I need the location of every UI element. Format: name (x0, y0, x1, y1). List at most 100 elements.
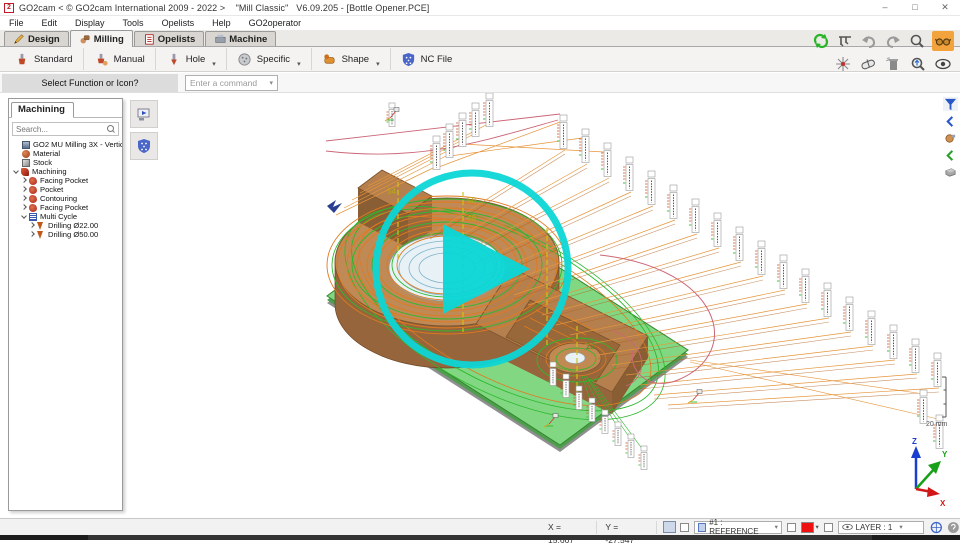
undo-icon[interactable] (860, 32, 878, 50)
title-bar: 2 GO2cam < © GO2cam International 2009 -… (0, 0, 960, 16)
nc-file-button[interactable]: NC File (391, 48, 463, 70)
machine-icon (22, 141, 30, 149)
minimize-button[interactable]: – (870, 0, 900, 15)
specific-button[interactable]: Specific▾ (227, 48, 312, 70)
tree-item-stock[interactable]: Stock (9, 158, 122, 167)
reference-select[interactable]: #1 : REFERENCE ▾ (694, 521, 782, 534)
reference-label: #1 : REFERENCE (709, 518, 767, 536)
layer-select[interactable]: LAYER : 1 ▾ (838, 521, 924, 534)
tree-item-contouring[interactable]: Contouring (9, 194, 122, 203)
command-placeholder: Enter a command (190, 78, 257, 88)
menu-tools[interactable]: Tools (114, 18, 153, 28)
command-prompt-label: Select Function or Icon? (2, 74, 178, 92)
hole-button[interactable]: Hole▾ (156, 48, 227, 70)
tree-item-facing-pocket-2[interactable]: Facing Pocket (9, 203, 122, 212)
list-icon (143, 33, 155, 45)
tab-milling[interactable]: Milling (70, 30, 133, 47)
maximize-button[interactable]: □ (900, 0, 930, 15)
stock-icon (22, 159, 30, 167)
color-checkbox[interactable] (824, 523, 833, 532)
tool-library-button[interactable] (130, 132, 158, 160)
menu-help[interactable]: Help (203, 18, 240, 28)
expander-icon[interactable] (21, 213, 28, 220)
tab-machining-panel[interactable]: Machining (11, 102, 74, 118)
menu-opelists[interactable]: Opelists (153, 18, 204, 28)
tool-shield-icon (136, 138, 152, 154)
color-swatch[interactable] (801, 522, 815, 533)
chevron-left-blue-icon[interactable] (943, 114, 958, 128)
redo-icon[interactable] (884, 32, 902, 50)
x-coordinate: X = 15.667 (540, 521, 597, 534)
quick-access-row-1 (812, 31, 954, 51)
caliper-icon[interactable] (836, 32, 854, 50)
menu-edit[interactable]: Edit (33, 18, 67, 28)
right-toolbar (943, 97, 958, 179)
shape-button[interactable]: Shape▾ (312, 48, 391, 70)
tab-opelists[interactable]: Opelists (134, 31, 205, 46)
expander-icon[interactable] (21, 195, 28, 202)
menu-file[interactable]: File (0, 18, 33, 28)
standard-button[interactable]: Standard (4, 48, 84, 70)
shape-dropdown-icon[interactable]: ▾ (376, 60, 380, 70)
simulation-button[interactable] (130, 100, 158, 128)
reference-checkbox[interactable] (787, 523, 796, 532)
sync-icon[interactable] (812, 32, 830, 50)
tree-item-drilling-22[interactable]: Drilling Ø22.00 (9, 221, 122, 230)
eraser-icon[interactable] (859, 55, 877, 73)
search-input[interactable] (16, 125, 104, 134)
reference-dropdown-icon[interactable]: ▾ (775, 523, 778, 531)
side-buttons (130, 100, 158, 160)
tree-item-material[interactable]: Material (9, 149, 122, 158)
tab-machine[interactable]: Machine (205, 31, 276, 46)
help-icon[interactable] (947, 521, 960, 534)
specific-dropdown-icon[interactable]: ▾ (297, 60, 301, 70)
hole-dropdown-icon[interactable]: ▾ (212, 60, 216, 70)
filter-icon[interactable] (943, 97, 958, 111)
grid-checkbox[interactable] (680, 523, 689, 532)
expander-icon[interactable] (13, 168, 20, 175)
tool-axis-icon[interactable] (834, 55, 852, 73)
color-dropdown-icon[interactable]: ▾ (815, 523, 818, 531)
tree-item-multi-cycle[interactable]: Multi Cycle (9, 212, 122, 221)
tree-item-drilling-50[interactable]: Drilling Ø50.00 (9, 230, 122, 239)
depth-label-22: 22 (586, 342, 595, 351)
nc-file-shield-icon (401, 52, 416, 67)
command-input[interactable]: Enter a command ▾ (185, 75, 278, 91)
expander-icon[interactable] (21, 186, 28, 193)
manual-button[interactable]: Manual (84, 48, 156, 70)
layer-dropdown-icon[interactable]: ▾ (899, 523, 902, 531)
stock-block-icon[interactable] (943, 165, 958, 179)
close-button[interactable]: ✕ (930, 0, 960, 15)
axis-globe-icon[interactable] (930, 521, 943, 534)
axis-x-label: X (940, 499, 946, 508)
expander-icon[interactable] (21, 177, 28, 184)
manual-tool-icon (94, 52, 109, 67)
chevron-left-green-icon[interactable] (943, 148, 958, 162)
menu-display[interactable]: Display (66, 18, 114, 28)
zoom-icon[interactable] (908, 32, 926, 50)
search-icon (107, 125, 115, 133)
search-box[interactable] (12, 122, 119, 136)
tool-icon[interactable] (943, 131, 958, 145)
zoom-in-icon[interactable] (909, 55, 927, 73)
clean-icon[interactable] (884, 55, 902, 73)
glasses-icon[interactable] (932, 31, 954, 51)
depth-label-50: 50 (467, 196, 476, 205)
expander-icon[interactable] (29, 231, 36, 238)
tree-item-facing-pocket-1[interactable]: Facing Pocket (9, 176, 122, 185)
tree-item-machining[interactable]: Machining (9, 167, 122, 176)
eye-icon[interactable] (934, 55, 952, 73)
tab-design[interactable]: Design (4, 31, 69, 46)
specific-sphere-icon (237, 52, 252, 67)
drill-icon (37, 222, 43, 230)
tree-item-pocket[interactable]: Pocket (9, 185, 122, 194)
menu-bar: File Edit Display Tools Opelists Help GO… (0, 16, 960, 30)
machining-tree: GO2 MU Milling 3X - Vertical Material St… (9, 140, 122, 239)
grid-toggle-icon[interactable] (663, 521, 676, 533)
tree-item-machine[interactable]: GO2 MU Milling 3X - Vertical (9, 140, 122, 149)
menu-go2operator[interactable]: GO2operator (240, 18, 311, 28)
machine-icon (214, 33, 226, 45)
expander-icon[interactable] (29, 222, 36, 229)
expander-icon[interactable] (21, 204, 28, 211)
command-dropdown-icon[interactable]: ▾ (269, 79, 273, 87)
